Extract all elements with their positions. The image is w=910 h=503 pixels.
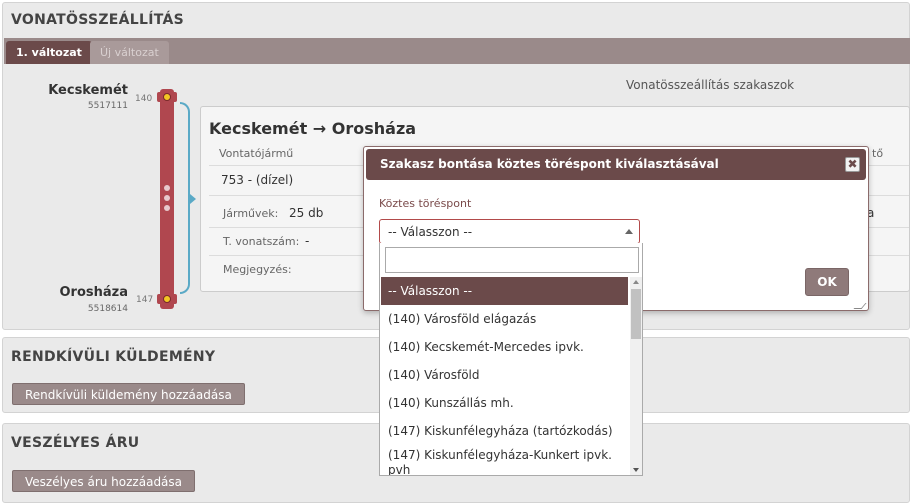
tab-variant-1[interactable]: 1. változat	[6, 41, 92, 64]
station-to-marker[interactable]	[163, 295, 171, 303]
scroll-down-icon[interactable]	[633, 468, 639, 472]
dropdown-scrollbar[interactable]	[630, 277, 642, 475]
vehicles-label: Járművek:	[223, 207, 279, 220]
breakpoint-label: Köztes töréspont	[379, 197, 472, 210]
dropdown-option[interactable]: (147) Kiskunfélegyháza (tartózkodás)	[381, 417, 628, 445]
train-number-value: -	[305, 234, 310, 248]
station-to-km: 147	[136, 295, 154, 305]
dropdown-option[interactable]: (140) Városföld elágazás	[381, 305, 628, 333]
close-icon[interactable]: ✖	[845, 157, 860, 172]
station-from-name: Kecskemét	[48, 83, 128, 98]
locomotive-value: 753 - (dízel)	[221, 173, 294, 187]
station-from-marker[interactable]	[163, 93, 171, 101]
partial-column-label: tő	[872, 147, 884, 160]
train-number-label: T. vonatszám:	[223, 235, 300, 248]
station-from-code: 5517111	[87, 101, 128, 111]
breakpoint-dropdown: -- Válasszon -- (140) Városföld elágazás…	[379, 243, 643, 476]
ok-button[interactable]: OK	[805, 268, 849, 296]
vehicles-value: 25 db	[289, 206, 324, 220]
panel-title: VONATÖSSZEÁLLÍTÁS	[11, 12, 185, 28]
dropdown-option[interactable]: (140) Városföld	[381, 361, 628, 389]
add-extraordinary-button[interactable]: Rendkívüli küldemény hozzáadása	[12, 383, 245, 405]
station-from-km: 140	[135, 94, 153, 104]
sections-heading: Vonatösszeállítás szakaszok	[626, 78, 795, 92]
scrollbar-thumb[interactable]	[631, 289, 641, 339]
dialog-header: Szakasz bontása köztes töréspont kiválas…	[366, 149, 866, 180]
intermediate-point-icon	[164, 205, 170, 211]
dropdown-option[interactable]: (140) Kunszállás mh.	[381, 389, 628, 417]
dropdown-option[interactable]: -- Válasszon --	[381, 277, 628, 305]
note-label: Megjegyzés:	[223, 263, 292, 276]
dialog-title: Szakasz bontása köztes töréspont kiválas…	[380, 157, 719, 171]
section-bracket	[180, 102, 190, 294]
add-dangerous-goods-button[interactable]: Veszélyes áru hozzáadása	[12, 470, 196, 492]
tab-new-variant[interactable]: Új változat	[90, 41, 169, 64]
variant-tabs: 1. változat Új változat	[4, 38, 910, 64]
dropdown-search-input[interactable]	[385, 247, 639, 273]
dropdown-option[interactable]: (140) Kecskemét-Mercedes ipvk.	[381, 333, 628, 361]
dropdown-option[interactable]: (147) Kiskunfélegyháza-Kunkert ipvk. pvh	[381, 445, 628, 475]
intermediate-point-icon	[164, 195, 170, 201]
extraordinary-title: RENDKÍVÜLI KÜLDEMÉNY	[11, 349, 216, 365]
breakpoint-select[interactable]: -- Válasszon --	[379, 219, 640, 244]
intermediate-point-icon	[164, 185, 170, 191]
station-to-code: 5518614	[87, 304, 128, 314]
breakpoint-select-value: -- Válasszon --	[388, 225, 473, 239]
station-to-name: Orosháza	[59, 285, 129, 300]
scroll-up-icon[interactable]	[633, 280, 639, 284]
dangerous-title: VESZÉLYES ÁRU	[11, 435, 140, 451]
bracket-arrow-icon	[190, 194, 196, 204]
section-title: Kecskemét → Orosháza	[209, 119, 417, 138]
locomotive-label: Vontatójármű	[219, 147, 294, 160]
chevron-up-icon	[625, 229, 633, 234]
